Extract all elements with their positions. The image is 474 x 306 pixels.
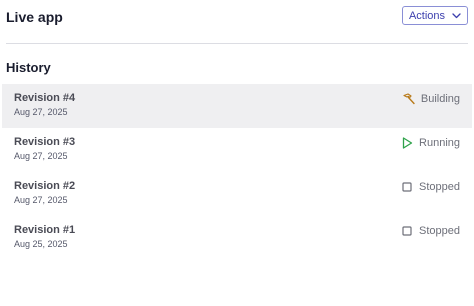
actions-dropdown-button[interactable]: Actions [402,6,468,25]
app-title: Live app [6,9,63,25]
revision-row-1[interactable]: Revision #1 Aug 25, 2025 Stopped [2,216,472,260]
live-app-page: Live app Actions History Revision #4 Aug… [0,0,474,306]
revision-row-4[interactable]: Revision #4 Aug 27, 2025 Building [2,84,472,128]
revision-name: Revision #1 [14,224,76,236]
revision-row-3[interactable]: Revision #3 Aug 27, 2025 Running [2,128,472,172]
page-header: Live app Actions [6,6,468,28]
status-badge: Stopped [400,224,460,238]
revision-name: Revision #4 [14,92,76,104]
status-label: Running [419,137,460,149]
status-label: Building [420,93,460,105]
hammer-icon [402,92,416,106]
actions-button-label: Actions [408,9,446,22]
status-badge: Building [402,92,460,106]
chevron-down-icon [452,12,461,19]
revision-name: Revision #2 [14,180,76,192]
revision-row-2[interactable]: Revision #2 Aug 27, 2025 Stopped [2,172,472,216]
status-badge: Running [400,136,460,150]
revision-date: Aug 27, 2025 [14,195,68,205]
revision-date: Aug 25, 2025 [14,239,68,249]
revision-name: Revision #3 [14,136,76,148]
header-divider [6,43,468,44]
play-icon [400,136,414,150]
status-label: Stopped [419,181,460,193]
status-badge: Stopped [400,180,460,194]
revision-list: Revision #4 Aug 27, 2025 Building Revisi… [2,84,472,260]
status-label: Stopped [419,225,460,237]
revision-date: Aug 27, 2025 [14,107,68,117]
stop-square-icon [400,180,414,194]
revision-date: Aug 27, 2025 [14,151,68,161]
history-title: History [6,60,51,75]
stop-square-icon [400,224,414,238]
